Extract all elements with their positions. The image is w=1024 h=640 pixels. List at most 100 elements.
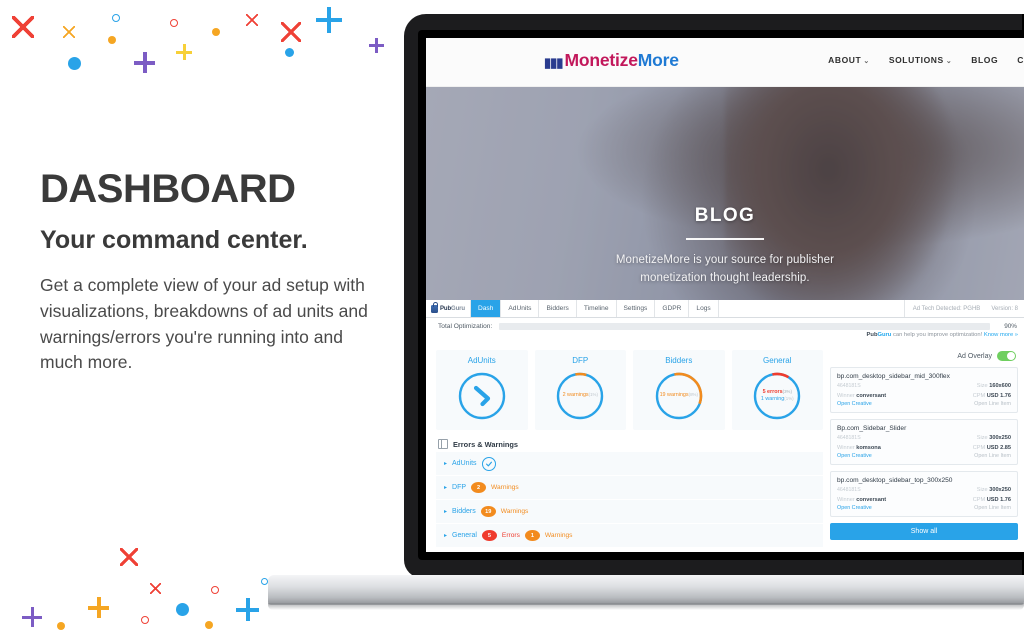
hint-brand-first: Pub <box>866 332 878 338</box>
errors-warnings-row-label: General <box>452 532 477 539</box>
donut-label: 2 warnings(1%) <box>554 370 606 422</box>
confetti-dot-icon <box>176 603 189 616</box>
confetti-x-icon <box>120 548 138 566</box>
site-nav-item-blog[interactable]: BLOG <box>971 55 998 65</box>
laptop-base <box>268 575 1024 605</box>
donut-label-sub: (3%) <box>782 388 792 394</box>
open-creative-link[interactable]: Open Creative <box>837 453 872 459</box>
errors-warnings-row[interactable]: ▸ General 5 Errors 1 Warnings <box>436 524 823 548</box>
donut-label-line: 19 warnings(8%) <box>659 392 698 399</box>
summary-card-title: General <box>763 356 792 365</box>
summary-card-general[interactable]: General 5 errors(3%) 1 warning(1%) <box>731 350 823 430</box>
total-optimization-label: Total Optimization: <box>438 323 493 330</box>
tab-gdpr[interactable]: GDPR <box>655 300 690 317</box>
confetti-dot-icon <box>108 36 116 44</box>
hero-subtitle-line2: monetization thought leadership. <box>640 271 810 284</box>
donut-chart: 2 warnings(1%) <box>554 370 606 422</box>
ad-unit-name: bp.com_desktop_sidebar_top_300x250 <box>837 477 953 484</box>
open-line-item-link[interactable]: Open Line Item <box>974 453 1011 459</box>
brand-first: Monetize <box>564 50 638 70</box>
summary-card-bidders[interactable]: Bidders 19 warnings(8%) <box>633 350 725 430</box>
site-nav-item-about[interactable]: ABOUT ⌄ <box>828 55 870 65</box>
confetti-plus-icon <box>22 607 42 627</box>
confetti-ring-icon <box>261 578 268 585</box>
hint-brand-second: Guru <box>877 332 892 338</box>
dashboard-body: AdUnits DFP 2 warnings(1%) Bidders 19 warnin… <box>426 342 1024 548</box>
tab-logs[interactable]: Logs <box>689 300 719 317</box>
laptop-bezel: ▮▮▮ MonetizeMore ABOUT ⌄ SOLUTIONS ⌄ BLOG C BL… <box>418 30 1024 560</box>
site-header: ▮▮▮ MonetizeMore ABOUT ⌄ SOLUTIONS ⌄ BLOG C <box>426 38 1024 87</box>
donut-label-sub: (1%) <box>784 396 794 401</box>
know-more-link[interactable]: Know more » <box>984 332 1018 338</box>
summary-card-adunits[interactable]: AdUnits <box>436 350 528 430</box>
summary-card-dfp[interactable]: DFP 2 warnings(1%) <box>534 350 626 430</box>
size-value: 300x250 <box>989 487 1011 493</box>
open-creative-link[interactable]: Open Creative <box>837 401 872 407</box>
ad-overlay-item[interactable]: Bp.com_Sidebar_Slider 4648181S Size 300x25… <box>830 419 1018 465</box>
optimization-progressbar <box>499 323 990 330</box>
lock-icon <box>431 301 439 313</box>
chevron-right-icon[interactable]: ▸ <box>444 484 447 491</box>
hero-title: BLOG <box>694 205 756 226</box>
tab-timeline[interactable]: Timeline <box>576 300 617 317</box>
donut-label-line: 2 warnings(1%) <box>562 392 598 399</box>
ad-overlay-list: bp.com_desktop_sidebar_mid_300flex 464818… <box>830 367 1018 517</box>
confetti-plus-icon <box>134 52 155 73</box>
check-icon <box>481 456 496 471</box>
laptop-screen: ▮▮▮ MonetizeMore ABOUT ⌄ SOLUTIONS ⌄ BLOG C BL… <box>426 38 1024 552</box>
errors-warnings-row-label: Bidders <box>452 508 476 515</box>
summary-card-title: AdUnits <box>467 356 496 365</box>
count-badge-label: Warnings <box>544 532 573 539</box>
hero-divider <box>686 238 764 240</box>
tab-bidders[interactable]: Bidders <box>539 300 577 317</box>
confetti-dot-icon <box>57 622 65 630</box>
donut-label-sub: (8%) <box>688 392 698 398</box>
version-label: Version: 8 <box>991 305 1018 312</box>
tab-dash[interactable]: Dash <box>470 300 502 317</box>
count-badge: 1 <box>524 530 540 541</box>
tab-list: Dash AdUnits Bidders Timeline Settings GDPR Lo… <box>470 300 719 317</box>
errors-warnings-row[interactable]: ▸ DFP 2 Warnings <box>436 476 823 500</box>
dashboard-main-column: AdUnits DFP 2 warnings(1%) Bidders 19 warnin… <box>436 350 823 548</box>
pubguru-logo-second: Guru <box>451 305 465 312</box>
open-creative-link[interactable]: Open Creative <box>837 505 872 511</box>
ad-overlay-item[interactable]: bp.com_desktop_sidebar_top_300x250 464818… <box>830 471 1018 517</box>
cpm-key: CPM <box>972 445 986 451</box>
confetti-dot-icon <box>68 57 81 70</box>
chevron-right-icon[interactable]: ▸ <box>444 508 447 515</box>
pubguru-toolbar: PubGuru Dash AdUnits Bidders Timeline Settin… <box>426 300 1024 342</box>
pubguru-status: Ad Tech Detected: PGHB Version: 8 <box>904 300 1024 317</box>
donut-chart: 5 errors(3%) 1 warning(1%) <box>751 370 803 422</box>
pubguru-tabbar: PubGuru Dash AdUnits Bidders Timeline Settin… <box>426 300 1024 318</box>
size-key: Size <box>976 435 988 441</box>
laptop-mockup: ▮▮▮ MonetizeMore ABOUT ⌄ SOLUTIONS ⌄ BLOG C BL… <box>268 0 1024 640</box>
ad-unit-id: 4648181S <box>837 435 861 441</box>
errors-warnings-list: ▸ AdUnits ▸ DFP 2 Warnings ▸ Bidders 19 Warnings ▸… <box>436 452 823 548</box>
monetizemore-logo[interactable]: ▮▮▮ MonetizeMore <box>544 50 679 71</box>
chevron-down-icon: ⌄ <box>863 58 870 65</box>
errors-warnings-row[interactable]: ▸ AdUnits <box>436 452 823 476</box>
ad-overlay-toggle[interactable] <box>997 351 1016 361</box>
pubguru-logo-first: Pub <box>440 305 452 312</box>
site-nav-item-c[interactable]: C <box>1017 55 1024 65</box>
open-line-item-link[interactable]: Open Line Item <box>974 505 1011 511</box>
tab-settings[interactable]: Settings <box>616 300 656 317</box>
site-nav-item-solutions[interactable]: SOLUTIONS ⌄ <box>889 55 952 65</box>
open-line-item-link[interactable]: Open Line Item <box>974 401 1011 407</box>
total-optimization-row: Total Optimization: 90% <box>426 318 1024 331</box>
ad-unit-name: Bp.com_Sidebar_Slider <box>837 425 907 432</box>
confetti-x-icon <box>150 583 161 594</box>
confetti-plus-icon <box>176 44 192 60</box>
pubguru-logo[interactable]: PubGuru <box>426 300 471 317</box>
confetti-ring-icon <box>141 616 149 624</box>
chevron-right-icon[interactable]: ▸ <box>444 532 447 539</box>
list-icon <box>438 439 448 449</box>
errors-warnings-row-label: DFP <box>452 484 467 491</box>
chevron-right-icon[interactable]: ▸ <box>444 460 447 467</box>
laptop-lid: ▮▮▮ MonetizeMore ABOUT ⌄ SOLUTIONS ⌄ BLOG C BL… <box>404 14 1024 578</box>
show-all-button[interactable]: Show all <box>830 523 1018 540</box>
tab-adunits[interactable]: AdUnits <box>501 300 540 317</box>
errors-warnings-row[interactable]: ▸ Bidders 19 Warnings <box>436 500 823 524</box>
count-badge-label: Warnings <box>491 484 519 491</box>
ad-overlay-item[interactable]: bp.com_desktop_sidebar_mid_300flex 464818… <box>830 367 1018 413</box>
